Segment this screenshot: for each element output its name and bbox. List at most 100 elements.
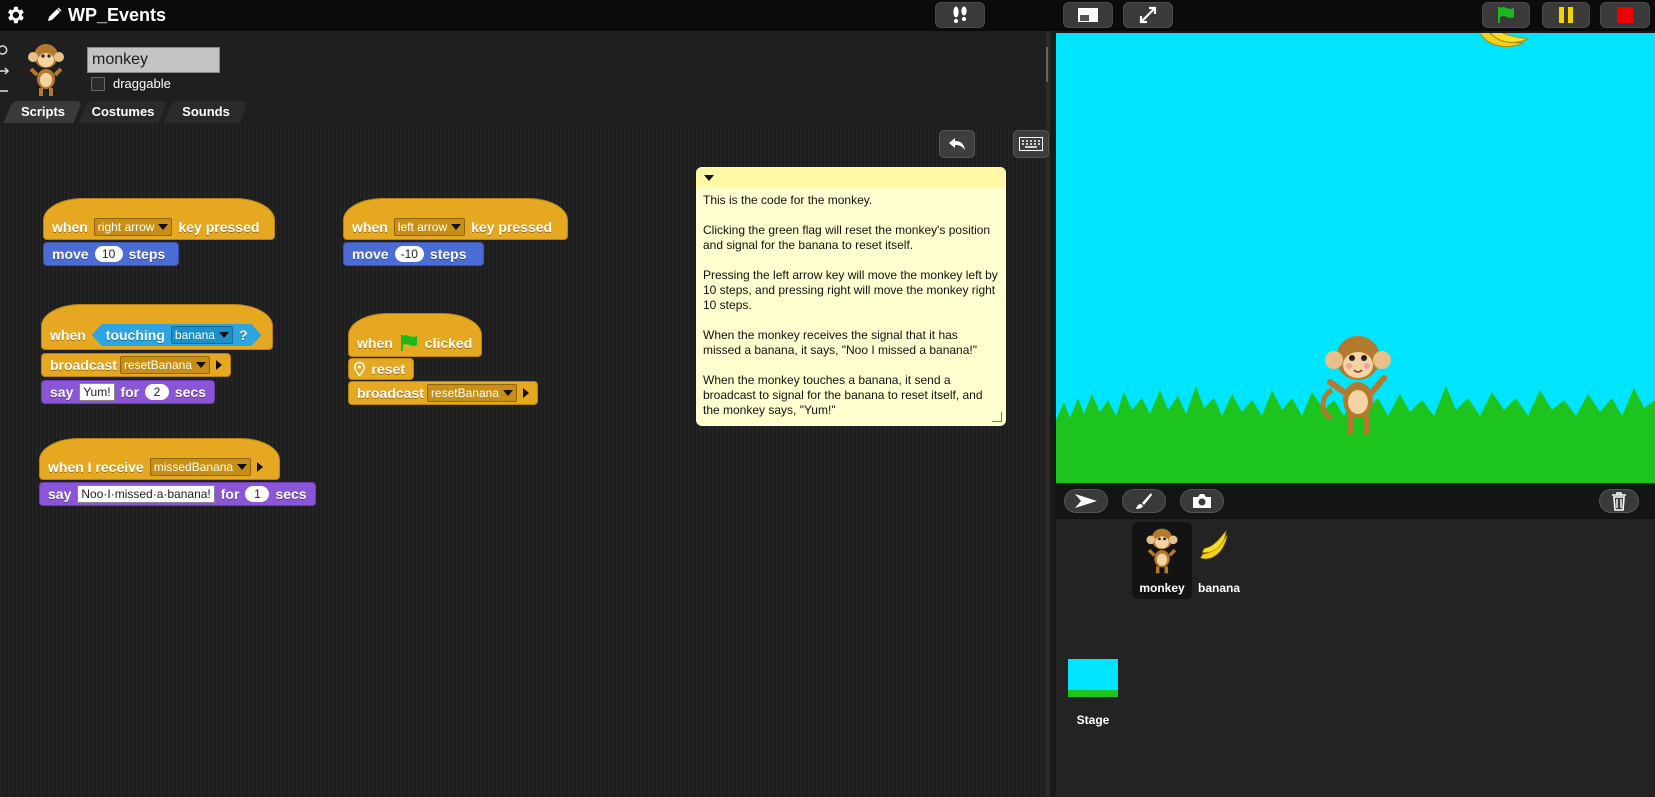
location-pin-icon <box>354 361 365 377</box>
green-flag-button[interactable] <box>1482 2 1530 28</box>
pause-button[interactable] <box>1542 2 1590 28</box>
block-text: move <box>52 246 89 262</box>
stage-thumbnail-grass <box>1068 690 1118 697</box>
comment-paragraph: This is the code for the monkey. <box>703 193 873 207</box>
say-for-secs-block[interactable]: say Noo·I·missed·a·banana! for 1 secs <box>39 482 316 506</box>
fullscreen-icon <box>1139 6 1157 24</box>
when-key-pressed-hat[interactable]: when left arrow key pressed <box>343 198 568 240</box>
steps-input[interactable]: 10 <box>94 246 123 262</box>
fullscreen-button[interactable] <box>1123 2 1173 28</box>
dropdown-caret-icon <box>503 390 513 396</box>
block-text: broadcast <box>50 357 117 373</box>
broadcast-block[interactable]: broadcast resetBanana <box>41 353 231 377</box>
sprite-name-input[interactable] <box>87 47 220 73</box>
dropdown-value: resetBanana <box>123 358 192 372</box>
undo-button[interactable] <box>939 130 975 158</box>
expand-arrow-icon[interactable] <box>523 388 529 398</box>
block-text: when <box>357 335 393 351</box>
delete-sprite-button[interactable] <box>1599 489 1639 513</box>
footprints-icon <box>953 6 967 23</box>
block-text: steps <box>429 246 467 262</box>
comment-paragraph: Clicking the green flag will reset the m… <box>703 223 991 252</box>
secs-input[interactable]: 2 <box>144 384 169 400</box>
comment-paragraph: Pressing the left arrow key will move th… <box>703 268 998 312</box>
dropdown-value: left arrow <box>397 220 448 234</box>
block-text: steps <box>128 246 166 262</box>
collapse-arrow-icon[interactable] <box>704 175 714 181</box>
expand-arrow-icon[interactable] <box>257 462 264 472</box>
comment-title-bar[interactable] <box>696 167 1006 187</box>
dropdown-caret-icon <box>237 464 248 470</box>
add-turtle-sprite-button[interactable] <box>1064 489 1108 513</box>
scrollbar-thumb[interactable] <box>1046 47 1048 82</box>
stage-size-button[interactable] <box>1063 2 1113 28</box>
key-dropdown[interactable]: left arrow <box>393 218 466 236</box>
rotation-style-icons[interactable] <box>0 41 10 97</box>
touching-target-dropdown[interactable]: banana <box>171 326 233 344</box>
paint-new-sprite-button[interactable] <box>1122 489 1166 513</box>
resize-handle-icon[interactable] <box>992 412 1002 422</box>
draggable-checkbox[interactable] <box>91 76 105 91</box>
dropdown-caret-icon <box>158 224 169 230</box>
draggable-option[interactable]: draggable <box>91 76 171 91</box>
message-dropdown[interactable]: resetBanana <box>426 384 517 402</box>
tab-costumes-label: Costumes <box>91 104 155 119</box>
keyboard-entry-button[interactable] <box>1013 130 1049 158</box>
green-flag-icon <box>400 335 417 351</box>
block-text: for <box>120 384 140 400</box>
monkey-sprite[interactable] <box>1318 330 1398 436</box>
secs-input[interactable]: 1 <box>245 486 270 502</box>
tab-scripts[interactable]: Scripts <box>3 101 83 123</box>
stage-thumbnail[interactable] <box>1068 659 1118 697</box>
sprite-corral-toolbar <box>1056 483 1655 519</box>
project-title-area[interactable]: WP_Events <box>46 4 166 26</box>
block-text: broadcast <box>357 385 424 401</box>
stop-icon <box>1617 7 1633 23</box>
when-key-pressed-hat[interactable]: when right arrow key pressed <box>43 198 275 240</box>
tab-sounds[interactable]: Sounds <box>163 101 249 123</box>
sprite-thumbnail-monkey <box>28 44 64 96</box>
when-flag-clicked-hat[interactable]: when clicked <box>348 313 482 357</box>
block-text: reset <box>371 361 405 377</box>
dropdown-value: missedBanana <box>153 460 234 474</box>
comment-paragraph: When the monkey touches a banana, it sen… <box>703 373 983 417</box>
gear-icon[interactable] <box>4 4 26 26</box>
corral-sprite-banana[interactable]: banana <box>1194 522 1254 599</box>
pencil-icon <box>48 7 62 21</box>
block-text: move <box>352 246 389 262</box>
expand-arrow-icon[interactable] <box>216 360 222 370</box>
block-text: ? <box>238 327 248 343</box>
touching-predicate[interactable]: touching banana ? <box>92 324 262 346</box>
comment-text[interactable]: This is the code for the monkey. Clickin… <box>696 187 1006 418</box>
dropdown-caret-icon <box>196 362 206 368</box>
tab-costumes[interactable]: Costumes <box>78 101 168 123</box>
block-text: touching <box>105 327 165 343</box>
reset-custom-block[interactable]: reset <box>348 358 414 380</box>
dropdown-value: banana <box>174 328 215 342</box>
block-text: when <box>52 219 88 235</box>
key-dropdown[interactable]: right arrow <box>93 218 173 236</box>
message-dropdown[interactable]: resetBanana <box>119 356 210 374</box>
say-text-input[interactable]: Yum! <box>79 383 115 401</box>
when-i-receive-hat[interactable]: when I receive missedBanana <box>39 438 280 480</box>
say-text-input[interactable]: Noo·I·missed·a·banana! <box>77 485 215 503</box>
stage[interactable] <box>1056 33 1655 483</box>
steps-input[interactable]: -10 <box>394 246 424 262</box>
move-steps-block[interactable]: move -10 steps <box>343 242 484 266</box>
app-mode-button[interactable] <box>935 2 985 28</box>
banana-sprite[interactable] <box>1474 33 1530 51</box>
camera-sprite-button[interactable] <box>1180 489 1224 513</box>
say-for-secs-block[interactable]: say Yum! for 2 secs <box>41 380 215 404</box>
message-dropdown[interactable]: missedBanana <box>149 458 252 476</box>
stop-button[interactable] <box>1600 2 1650 28</box>
broadcast-block[interactable]: broadcast resetBanana <box>348 381 538 405</box>
sprite-corral: monkey banana Stage <box>1056 519 1655 797</box>
script-comment[interactable]: This is the code for the monkey. Clickin… <box>696 167 1006 426</box>
dropdown-value: right arrow <box>97 220 155 234</box>
keyboard-icon <box>1019 137 1043 151</box>
move-steps-block[interactable]: move 10 steps <box>43 242 179 266</box>
when-condition-hat[interactable]: when touching banana ? <box>41 304 273 350</box>
block-text: when <box>352 219 388 235</box>
tab-scripts-label: Scripts <box>20 104 66 119</box>
corral-sprite-monkey[interactable]: monkey <box>1132 522 1192 599</box>
